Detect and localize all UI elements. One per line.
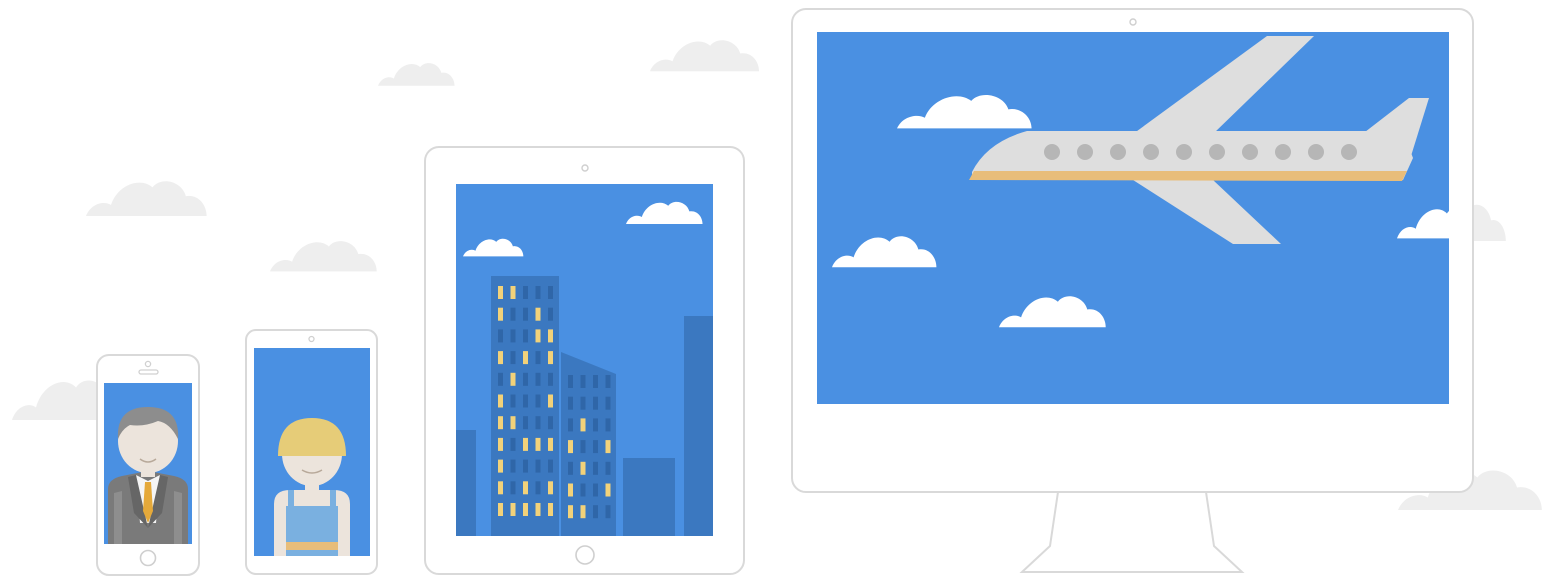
building-window [580, 418, 586, 432]
building-window [523, 372, 528, 386]
building-window [523, 351, 528, 365]
building-window [535, 416, 541, 430]
building-window [510, 459, 516, 473]
building-window [548, 351, 553, 365]
cloud-icon [378, 63, 455, 86]
building-window [605, 461, 611, 475]
building-window [523, 503, 528, 516]
building-window [548, 307, 553, 321]
building-window [535, 481, 541, 495]
building-window [605, 375, 611, 388]
tablet-device [424, 146, 745, 575]
building-window [498, 372, 503, 386]
cloud-icon [650, 40, 760, 72]
building-window [510, 286, 516, 299]
building-window [535, 503, 541, 516]
building-window [510, 437, 516, 451]
building-window [498, 416, 503, 430]
cloud-icon [270, 241, 377, 272]
building-window [523, 394, 528, 408]
building-window [523, 307, 528, 321]
building-window [605, 505, 611, 519]
building-window [523, 329, 528, 343]
building-window [593, 418, 598, 432]
building-window [568, 461, 573, 475]
building-window [535, 437, 541, 451]
building-window [548, 329, 553, 343]
building-window [498, 351, 503, 365]
building-window [510, 416, 516, 430]
building-window [548, 286, 553, 299]
building-window [510, 394, 516, 408]
building-window [548, 481, 553, 495]
desktop-monitor-device [791, 8, 1474, 573]
building-window [535, 286, 541, 299]
building-window [568, 483, 573, 497]
building-window [510, 481, 516, 495]
building-window [548, 503, 553, 516]
building-window [510, 503, 516, 516]
building-window [548, 437, 553, 451]
building-window [568, 396, 573, 410]
building-window [580, 483, 586, 497]
building-window [605, 418, 611, 432]
building-window [593, 483, 598, 497]
building-window [535, 329, 541, 343]
building-window [535, 307, 541, 321]
phone-device [96, 354, 200, 576]
building-window [498, 481, 503, 495]
building-window [523, 416, 528, 430]
cloud-icon [86, 181, 207, 216]
building-window [605, 396, 611, 410]
building-window [580, 375, 586, 388]
building-window [523, 286, 528, 299]
building-window [510, 329, 516, 343]
building-window [535, 394, 541, 408]
building-window [498, 437, 503, 451]
building-window [523, 459, 528, 473]
building-window [568, 375, 573, 388]
building-window [605, 440, 611, 454]
building-window [498, 459, 503, 473]
building-window [498, 286, 503, 299]
building-window [593, 396, 598, 410]
building-window [535, 459, 541, 473]
building-window [510, 307, 516, 321]
building-window [548, 416, 553, 430]
building-window [548, 394, 553, 408]
tablet-screen [456, 184, 713, 536]
building-window [498, 307, 503, 321]
tablet-phone-device [245, 329, 378, 575]
building-window [593, 375, 598, 388]
responsive-devices-illustration [12, 8, 1542, 576]
building-window [580, 505, 586, 519]
building-window [498, 503, 503, 516]
building-window [568, 418, 573, 432]
building-window [593, 440, 598, 454]
building-window [548, 459, 553, 473]
building-window [568, 505, 573, 519]
building-window [580, 440, 586, 454]
building-window [523, 437, 528, 451]
building-window [498, 329, 503, 343]
building-window [580, 396, 586, 410]
phone-screen [104, 383, 192, 544]
tablet-phone-screen [254, 348, 370, 556]
building-window [568, 440, 573, 454]
building-window [535, 372, 541, 386]
building-window [593, 461, 598, 475]
building-window [510, 372, 516, 386]
building-window [605, 483, 611, 497]
monitor-screen [817, 32, 1449, 404]
building-window [548, 372, 553, 386]
building-window [498, 394, 503, 408]
building-window [535, 351, 541, 365]
building-window [510, 351, 516, 365]
building-window [580, 461, 586, 475]
building-window [593, 505, 598, 519]
building-window [523, 481, 528, 495]
